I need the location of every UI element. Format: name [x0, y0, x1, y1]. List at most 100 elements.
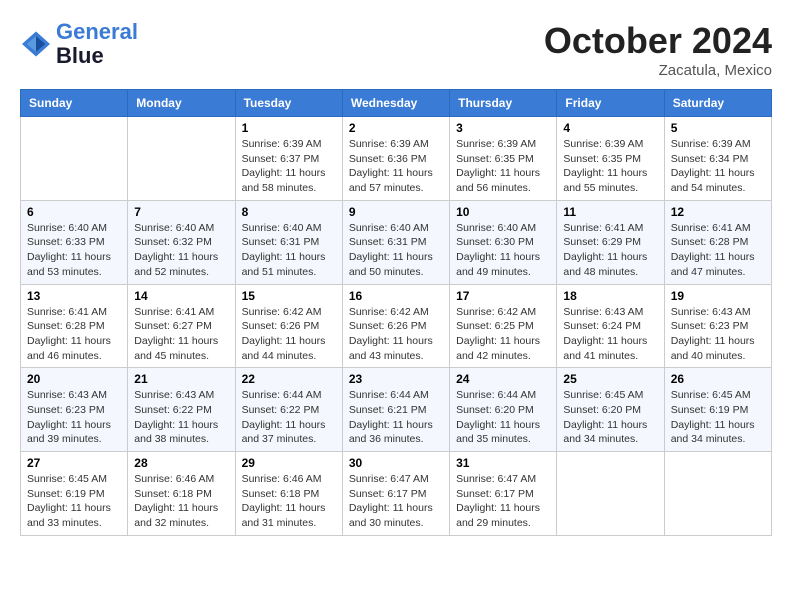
calendar-header-row: SundayMondayTuesdayWednesdayThursdayFrid…	[21, 90, 772, 117]
day-number: 15	[242, 289, 336, 303]
day-number: 24	[456, 372, 550, 386]
day-number: 11	[563, 205, 657, 219]
month-title: October 2024	[544, 20, 772, 62]
calendar-cell: 14 Sunrise: 6:41 AM Sunset: 6:27 PM Dayli…	[128, 284, 235, 368]
calendar-cell: 20 Sunrise: 6:43 AM Sunset: 6:23 PM Dayli…	[21, 368, 128, 452]
day-info: Sunrise: 6:40 AM Sunset: 6:31 PM Dayligh…	[242, 221, 336, 280]
calendar-cell: 18Sunrise: 6:43 AM Sunset: 6:24 PM Dayli…	[557, 284, 664, 368]
calendar-week-row: 1Sunrise: 6:39 AM Sunset: 6:37 PM Daylig…	[21, 117, 772, 201]
day-info: Sunrise: 6:42 AM Sunset: 6:26 PM Dayligh…	[242, 305, 336, 364]
calendar-week-row: 20 Sunrise: 6:43 AM Sunset: 6:23 PM Dayli…	[21, 368, 772, 452]
calendar-cell: 31 Sunrise: 6:47 AM Sunset: 6:17 PM Dayli…	[450, 452, 557, 536]
day-header-wednesday: Wednesday	[342, 90, 449, 117]
calendar-cell: 23 Sunrise: 6:44 AM Sunset: 6:21 PM Dayli…	[342, 368, 449, 452]
calendar-cell: 8 Sunrise: 6:40 AM Sunset: 6:31 PM Daylig…	[235, 200, 342, 284]
day-number: 29	[242, 456, 336, 470]
day-info: Sunrise: 6:39 AM Sunset: 6:34 PM Dayligh…	[671, 137, 765, 196]
calendar-cell	[664, 452, 771, 536]
day-number: 27	[27, 456, 121, 470]
logo-text: General Blue	[56, 20, 138, 68]
day-header-saturday: Saturday	[664, 90, 771, 117]
calendar-cell	[21, 117, 128, 201]
calendar-cell: 24 Sunrise: 6:44 AM Sunset: 6:20 PM Dayli…	[450, 368, 557, 452]
day-info: Sunrise: 6:46 AM Sunset: 6:18 PM Dayligh…	[242, 472, 336, 531]
calendar-cell: 13Sunrise: 6:41 AM Sunset: 6:28 PM Dayli…	[21, 284, 128, 368]
calendar-cell: 6Sunrise: 6:40 AM Sunset: 6:33 PM Daylig…	[21, 200, 128, 284]
day-info: Sunrise: 6:44 AM Sunset: 6:21 PM Dayligh…	[349, 388, 443, 447]
calendar-cell: 2Sunrise: 6:39 AM Sunset: 6:36 PM Daylig…	[342, 117, 449, 201]
calendar-cell: 12 Sunrise: 6:41 AM Sunset: 6:28 PM Dayli…	[664, 200, 771, 284]
day-info: Sunrise: 6:42 AM Sunset: 6:25 PM Dayligh…	[456, 305, 550, 364]
day-header-friday: Friday	[557, 90, 664, 117]
calendar-cell: 17 Sunrise: 6:42 AM Sunset: 6:25 PM Dayli…	[450, 284, 557, 368]
day-info: Sunrise: 6:41 AM Sunset: 6:28 PM Dayligh…	[671, 221, 765, 280]
day-info: Sunrise: 6:44 AM Sunset: 6:22 PM Dayligh…	[242, 388, 336, 447]
day-number: 2	[349, 121, 443, 135]
day-number: 16	[349, 289, 443, 303]
day-number: 31	[456, 456, 550, 470]
day-info: Sunrise: 6:39 AM Sunset: 6:35 PM Dayligh…	[456, 137, 550, 196]
calendar-cell: 1Sunrise: 6:39 AM Sunset: 6:37 PM Daylig…	[235, 117, 342, 201]
day-header-tuesday: Tuesday	[235, 90, 342, 117]
day-number: 28	[134, 456, 228, 470]
day-info: Sunrise: 6:45 AM Sunset: 6:19 PM Dayligh…	[671, 388, 765, 447]
logo-icon	[20, 30, 52, 58]
calendar-cell: 11 Sunrise: 6:41 AM Sunset: 6:29 PM Dayli…	[557, 200, 664, 284]
calendar-cell: 9Sunrise: 6:40 AM Sunset: 6:31 PM Daylig…	[342, 200, 449, 284]
day-info: Sunrise: 6:45 AM Sunset: 6:19 PM Dayligh…	[27, 472, 121, 531]
day-info: Sunrise: 6:39 AM Sunset: 6:35 PM Dayligh…	[563, 137, 657, 196]
day-number: 3	[456, 121, 550, 135]
day-info: Sunrise: 6:45 AM Sunset: 6:20 PM Dayligh…	[563, 388, 657, 447]
day-header-sunday: Sunday	[21, 90, 128, 117]
day-info: Sunrise: 6:40 AM Sunset: 6:30 PM Dayligh…	[456, 221, 550, 280]
calendar-week-row: 6Sunrise: 6:40 AM Sunset: 6:33 PM Daylig…	[21, 200, 772, 284]
calendar-cell: 26 Sunrise: 6:45 AM Sunset: 6:19 PM Dayli…	[664, 368, 771, 452]
day-number: 8	[242, 205, 336, 219]
day-number: 21	[134, 372, 228, 386]
day-info: Sunrise: 6:47 AM Sunset: 6:17 PM Dayligh…	[349, 472, 443, 531]
calendar-cell: 29 Sunrise: 6:46 AM Sunset: 6:18 PM Dayli…	[235, 452, 342, 536]
day-info: Sunrise: 6:47 AM Sunset: 6:17 PM Dayligh…	[456, 472, 550, 531]
day-number: 30	[349, 456, 443, 470]
calendar-cell: 3 Sunrise: 6:39 AM Sunset: 6:35 PM Daylig…	[450, 117, 557, 201]
day-info: Sunrise: 6:40 AM Sunset: 6:32 PM Dayligh…	[134, 221, 228, 280]
calendar-cell: 10 Sunrise: 6:40 AM Sunset: 6:30 PM Dayli…	[450, 200, 557, 284]
day-info: Sunrise: 6:41 AM Sunset: 6:29 PM Dayligh…	[563, 221, 657, 280]
calendar-cell: 7Sunrise: 6:40 AM Sunset: 6:32 PM Daylig…	[128, 200, 235, 284]
day-number: 26	[671, 372, 765, 386]
calendar-week-row: 13Sunrise: 6:41 AM Sunset: 6:28 PM Dayli…	[21, 284, 772, 368]
day-number: 23	[349, 372, 443, 386]
calendar-cell: 15 Sunrise: 6:42 AM Sunset: 6:26 PM Dayli…	[235, 284, 342, 368]
location-subtitle: Zacatula, Mexico	[544, 62, 772, 79]
day-info: Sunrise: 6:41 AM Sunset: 6:27 PM Dayligh…	[134, 305, 228, 364]
logo: General Blue	[20, 20, 138, 68]
day-info: Sunrise: 6:42 AM Sunset: 6:26 PM Dayligh…	[349, 305, 443, 364]
calendar-cell: 22Sunrise: 6:44 AM Sunset: 6:22 PM Dayli…	[235, 368, 342, 452]
day-header-monday: Monday	[128, 90, 235, 117]
day-number: 14	[134, 289, 228, 303]
day-number: 6	[27, 205, 121, 219]
day-number: 20	[27, 372, 121, 386]
day-number: 12	[671, 205, 765, 219]
day-info: Sunrise: 6:43 AM Sunset: 6:24 PM Dayligh…	[563, 305, 657, 364]
calendar-cell	[557, 452, 664, 536]
day-info: Sunrise: 6:43 AM Sunset: 6:23 PM Dayligh…	[671, 305, 765, 364]
title-block: October 2024 Zacatula, Mexico	[544, 20, 772, 79]
day-number: 25	[563, 372, 657, 386]
day-info: Sunrise: 6:44 AM Sunset: 6:20 PM Dayligh…	[456, 388, 550, 447]
page-header: General Blue October 2024 Zacatula, Mexi…	[20, 20, 772, 79]
day-header-thursday: Thursday	[450, 90, 557, 117]
day-number: 17	[456, 289, 550, 303]
calendar-cell: 25 Sunrise: 6:45 AM Sunset: 6:20 PM Dayli…	[557, 368, 664, 452]
day-number: 10	[456, 205, 550, 219]
calendar-cell: 19Sunrise: 6:43 AM Sunset: 6:23 PM Dayli…	[664, 284, 771, 368]
calendar-week-row: 27 Sunrise: 6:45 AM Sunset: 6:19 PM Dayli…	[21, 452, 772, 536]
calendar-cell: 28 Sunrise: 6:46 AM Sunset: 6:18 PM Dayli…	[128, 452, 235, 536]
calendar-cell: 4 Sunrise: 6:39 AM Sunset: 6:35 PM Daylig…	[557, 117, 664, 201]
calendar-cell: 16 Sunrise: 6:42 AM Sunset: 6:26 PM Dayli…	[342, 284, 449, 368]
day-number: 4	[563, 121, 657, 135]
day-info: Sunrise: 6:46 AM Sunset: 6:18 PM Dayligh…	[134, 472, 228, 531]
calendar-cell	[128, 117, 235, 201]
day-info: Sunrise: 6:43 AM Sunset: 6:23 PM Dayligh…	[27, 388, 121, 447]
calendar-cell: 21Sunrise: 6:43 AM Sunset: 6:22 PM Dayli…	[128, 368, 235, 452]
